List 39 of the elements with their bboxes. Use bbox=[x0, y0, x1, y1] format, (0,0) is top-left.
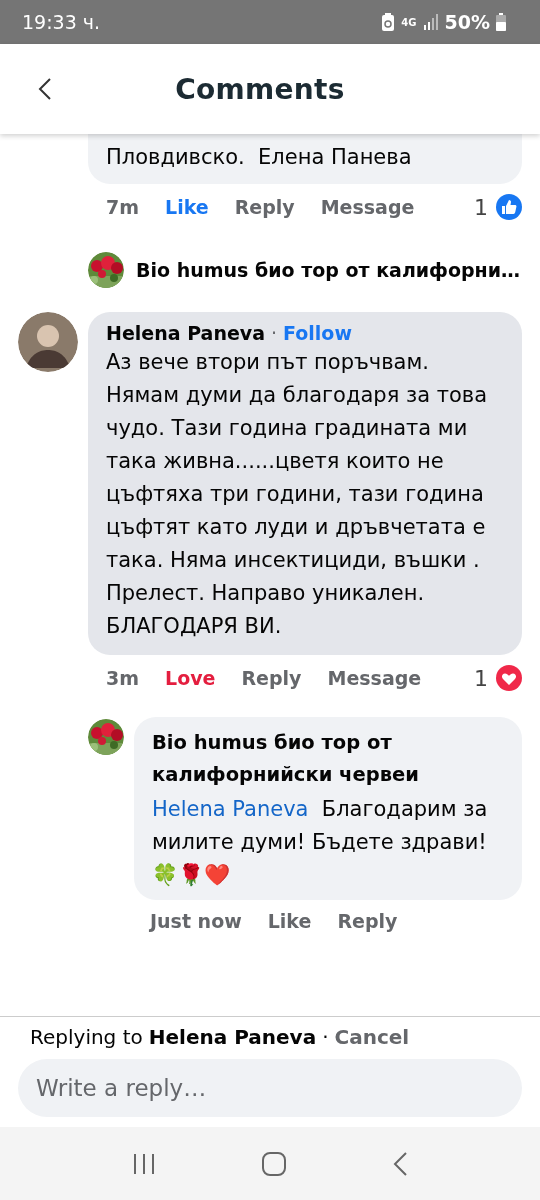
comment-time: 3m bbox=[106, 667, 140, 689]
author-name[interactable]: Helena Paneva bbox=[106, 322, 265, 344]
signal-icon bbox=[422, 14, 439, 30]
message-link[interactable]: Message bbox=[320, 196, 415, 218]
home-icon bbox=[261, 1150, 287, 1177]
network-type: 4G bbox=[401, 16, 417, 28]
battery-percent: 50% bbox=[444, 11, 490, 33]
reply-target-name: Helena Paneva bbox=[148, 1025, 317, 1049]
reaction-count: 1 bbox=[474, 194, 488, 220]
battery-icon bbox=[496, 13, 506, 31]
comment-time: 7m bbox=[106, 196, 140, 218]
avatar[interactable] bbox=[18, 312, 78, 372]
mention-link[interactable]: Helena Paneva bbox=[152, 797, 309, 821]
clock: 19:33 ч. bbox=[22, 11, 102, 33]
reaction-count: 1 bbox=[474, 665, 488, 691]
recent-apps-icon bbox=[132, 1151, 157, 1176]
reaction-link[interactable]: Like bbox=[267, 910, 312, 932]
separator-dot: · bbox=[271, 322, 278, 344]
reply-text: Helena Paneva Благодарим за милите думи! Бъдете здрави!🍀🌹❤ bbox=[152, 796, 489, 889]
reply-link[interactable]: Reply bbox=[241, 667, 302, 689]
reply-input[interactable]: Write a reply… bbox=[18, 1059, 522, 1117]
reply-author[interactable]: Bio humus био тор от калифорни… bbox=[136, 259, 521, 281]
reaction-link[interactable]: Love bbox=[165, 667, 216, 689]
comment-text: Аз вече втори път поръчвам. Нямам думи да благодаря за това чудо. Тази година градината ми така живна......цветя които не цъфтяха три години, тази година цъфтят като луди и дръвчетата е така. Няма инсектициди, въшки . Прелест. Направо уникален. БЛАГОДАРЯ ВИ. bbox=[106, 349, 488, 640]
comment-time: Just now bbox=[150, 910, 242, 932]
message-link[interactable]: Message bbox=[327, 667, 422, 689]
replying-label: Replying to bbox=[30, 1025, 143, 1049]
cancel-link[interactable]: Cancel bbox=[334, 1025, 410, 1049]
reply-link[interactable]: Reply bbox=[234, 196, 295, 218]
reply-link[interactable]: Reply bbox=[337, 910, 398, 932]
back-icon bbox=[391, 1150, 408, 1177]
author-name[interactable]: Bio humus био тор от калифорнийски червеи bbox=[152, 727, 504, 791]
reaction-link[interactable]: Like bbox=[165, 196, 209, 218]
comment-text: Пловдивско. Елена Панева bbox=[88, 134, 522, 184]
follow-link[interactable]: Follow bbox=[283, 322, 352, 344]
separator-dot: · bbox=[322, 1025, 329, 1049]
page-title: Comments bbox=[174, 72, 346, 106]
like-icon bbox=[496, 194, 522, 220]
back-icon bbox=[38, 78, 52, 100]
